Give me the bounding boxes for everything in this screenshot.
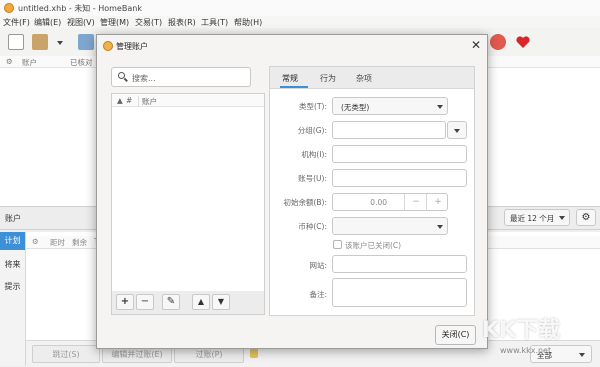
add-icon[interactable]: + — [116, 294, 134, 310]
website-label: 网站: — [309, 261, 327, 270]
close-icon[interactable]: ✕ — [471, 38, 481, 52]
open-folder-icon[interactable] — [32, 34, 48, 50]
col-remaining[interactable]: 剩余 — [72, 237, 87, 248]
chevron-down-icon — [437, 225, 443, 229]
account-number-input[interactable] — [332, 169, 467, 187]
window-title: untitled.xhb - 未知 - HomeBank — [18, 4, 142, 13]
range-select[interactable]: 最近 12 个月 — [504, 209, 570, 226]
dropdown-arrow-icon[interactable] — [56, 34, 64, 50]
help-lifebuoy-icon[interactable] — [490, 34, 506, 50]
chevron-down-icon — [579, 353, 585, 357]
closed-checkbox[interactable] — [333, 240, 342, 249]
menu-manage[interactable]: 管理(M) — [100, 17, 129, 28]
menu-help[interactable]: 帮助(H) — [234, 17, 262, 28]
col-due[interactable]: 距时 — [50, 237, 65, 248]
initial-balance-value: 0.00 — [370, 198, 387, 207]
tab-scheduled[interactable]: 计划 — [0, 232, 25, 250]
account-list-header: ▲ # 账户 — [112, 94, 264, 107]
currency-label: 币种(C): — [298, 222, 327, 231]
edit-pencil-icon[interactable]: ✎ — [162, 294, 180, 310]
initial-balance-label: 初始余额(B): — [283, 198, 327, 207]
watermark-logo: KK下载 — [482, 318, 561, 343]
currency-select[interactable] — [332, 217, 448, 235]
new-file-icon[interactable] — [8, 34, 24, 50]
sort-up-icon[interactable]: ▲ — [117, 96, 123, 105]
notes-textarea[interactable] — [332, 278, 467, 307]
menu-file[interactable]: 文件(F) — [3, 17, 30, 28]
account-list[interactable]: ▲ # 账户 — [111, 93, 265, 315]
bulb-icon — [250, 348, 258, 358]
gear-icon[interactable]: ⚙ — [6, 57, 13, 66]
institution-label: 机构(I): — [301, 150, 327, 159]
institution-input[interactable] — [332, 145, 467, 163]
tab-reminders[interactable]: 提示 — [0, 278, 25, 296]
menu-report[interactable]: 报表(R) — [168, 17, 196, 28]
type-label: 类型(T): — [299, 102, 327, 111]
search-input[interactable]: 搜索... — [111, 67, 251, 87]
menu-view[interactable]: 视图(V) — [67, 17, 95, 28]
initial-balance-spin[interactable]: 0.00 − + — [332, 193, 448, 211]
increment-icon[interactable]: + — [426, 194, 449, 210]
close-button[interactable]: 关闭(C) — [435, 325, 476, 345]
type-value: (无类型) — [341, 103, 370, 112]
donate-heart-icon[interactable] — [515, 34, 531, 50]
menu-tools[interactable]: 工具(T) — [201, 17, 228, 28]
remove-icon[interactable]: − — [136, 294, 154, 310]
chevron-down-icon — [454, 129, 460, 133]
website-input[interactable] — [332, 255, 467, 273]
chevron-down-icon — [559, 216, 565, 220]
menu-edit[interactable]: 编辑(E) — [34, 17, 61, 28]
tab-future[interactable]: 将来 — [0, 256, 25, 274]
tab-behavior[interactable]: 行为 — [320, 73, 336, 84]
dialog-title-bar: 管理账户 ✕ — [97, 35, 487, 57]
col-reconciled[interactable]: 已核对 — [70, 57, 93, 68]
notes-label: 备注: — [309, 290, 327, 299]
dialog-title: 管理账户 — [116, 42, 148, 51]
group-dropdown-button[interactable] — [447, 121, 467, 139]
type-select[interactable]: (无类型) — [332, 97, 448, 115]
manage-accounts-dialog: 管理账户 ✕ 搜索... ▲ # 账户 + − ✎ ▲ ▼ 常规 行为 杂项 类… — [96, 34, 488, 349]
chevron-down-icon — [437, 105, 443, 109]
col-account-name[interactable]: 账户 — [138, 96, 157, 107]
group-input[interactable] — [332, 121, 446, 139]
detail-tabs: 常规 行为 杂项 — [270, 67, 474, 89]
active-tab-indicator — [280, 86, 308, 88]
search-placeholder: 搜索... — [132, 74, 156, 83]
number-label: 账号(U): — [298, 174, 327, 183]
move-down-icon[interactable]: ▼ — [212, 294, 230, 310]
menu-bar: 文件(F) 编辑(E) 视图(V) 管理(M) 交易(T) 报表(R) 工具(T… — [0, 16, 600, 28]
menu-transaction[interactable]: 交易(T) — [135, 17, 162, 28]
side-tabs: 计划 将来 提示 — [0, 232, 26, 366]
save-icon[interactable] — [78, 34, 94, 50]
gear-icon[interactable]: ⚙ — [32, 237, 39, 246]
tab-misc[interactable]: 杂项 — [356, 73, 372, 84]
range-value: 最近 12 个月 — [510, 214, 555, 223]
account-list-toolbar: + − ✎ ▲ ▼ — [111, 291, 265, 315]
decrement-icon[interactable]: − — [404, 194, 427, 210]
tab-general[interactable]: 常规 — [282, 73, 298, 84]
title-bar: untitled.xhb - 未知 - HomeBank — [0, 0, 600, 17]
account-bar-label: 账户 — [5, 214, 21, 223]
dialog-app-icon — [103, 41, 113, 51]
col-sort[interactable]: # — [126, 96, 132, 105]
move-up-icon[interactable]: ▲ — [192, 294, 210, 310]
closed-label: 该账户已关闭(C) — [345, 241, 402, 250]
watermark-url: www.kkx.net — [500, 346, 552, 355]
skip-button[interactable]: 跳过(S) — [32, 345, 100, 363]
col-account[interactable]: 账户 — [22, 57, 37, 68]
group-label: 分组(G): — [297, 126, 327, 135]
settings-gear-icon[interactable]: ⚙ — [576, 209, 596, 226]
app-icon — [4, 3, 14, 13]
